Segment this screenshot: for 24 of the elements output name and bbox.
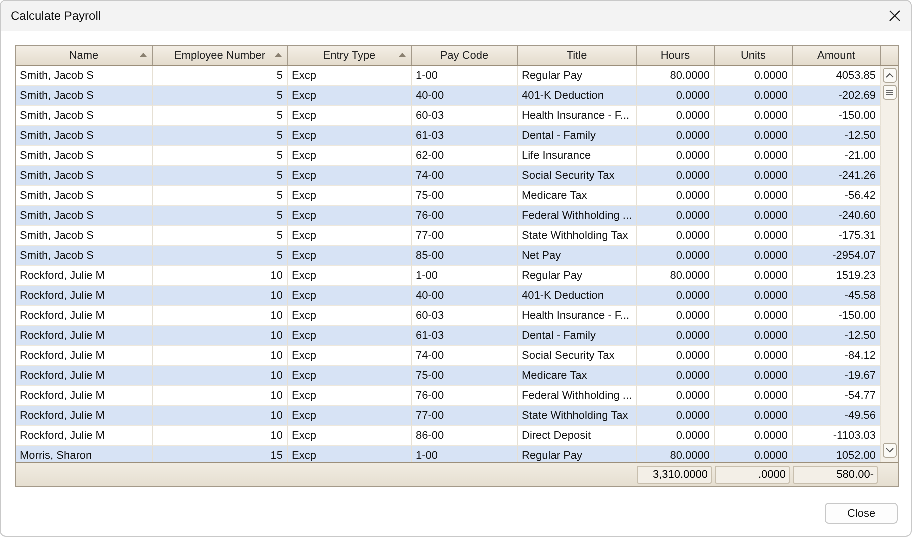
column-header[interactable]: Units <box>715 46 793 65</box>
window-title: Calculate Payroll <box>11 9 102 23</box>
hours-total: 3,310.0000 <box>637 466 712 484</box>
sort-arrow-icon <box>140 53 147 57</box>
sort-arrow-icon <box>275 53 282 57</box>
close-button[interactable]: Close <box>825 503 898 524</box>
units-total: .0000 <box>715 466 790 484</box>
scroll-up-button[interactable] <box>882 68 896 83</box>
amount-total: 580.00- <box>793 466 878 484</box>
column-header[interactable]: Hours <box>637 46 715 65</box>
column-header[interactable]: Title <box>518 46 637 65</box>
close-icon[interactable] <box>889 10 901 22</box>
column-header[interactable]: Entry Type <box>288 46 412 65</box>
sort-arrow-icon <box>399 53 406 57</box>
scroll-down-button[interactable] <box>882 443 896 458</box>
column-header[interactable]: Name <box>16 46 153 65</box>
grip-icon <box>886 90 893 95</box>
column-header[interactable]: Amount <box>793 46 881 65</box>
chevron-down-icon <box>886 448 894 453</box>
scrollbar[interactable] <box>881 66 898 462</box>
column-header[interactable]: Pay Code <box>412 46 518 65</box>
scroll-thumb[interactable] <box>882 85 896 100</box>
column-header[interactable]: Employee Number <box>153 46 288 65</box>
chevron-up-icon <box>886 73 894 78</box>
